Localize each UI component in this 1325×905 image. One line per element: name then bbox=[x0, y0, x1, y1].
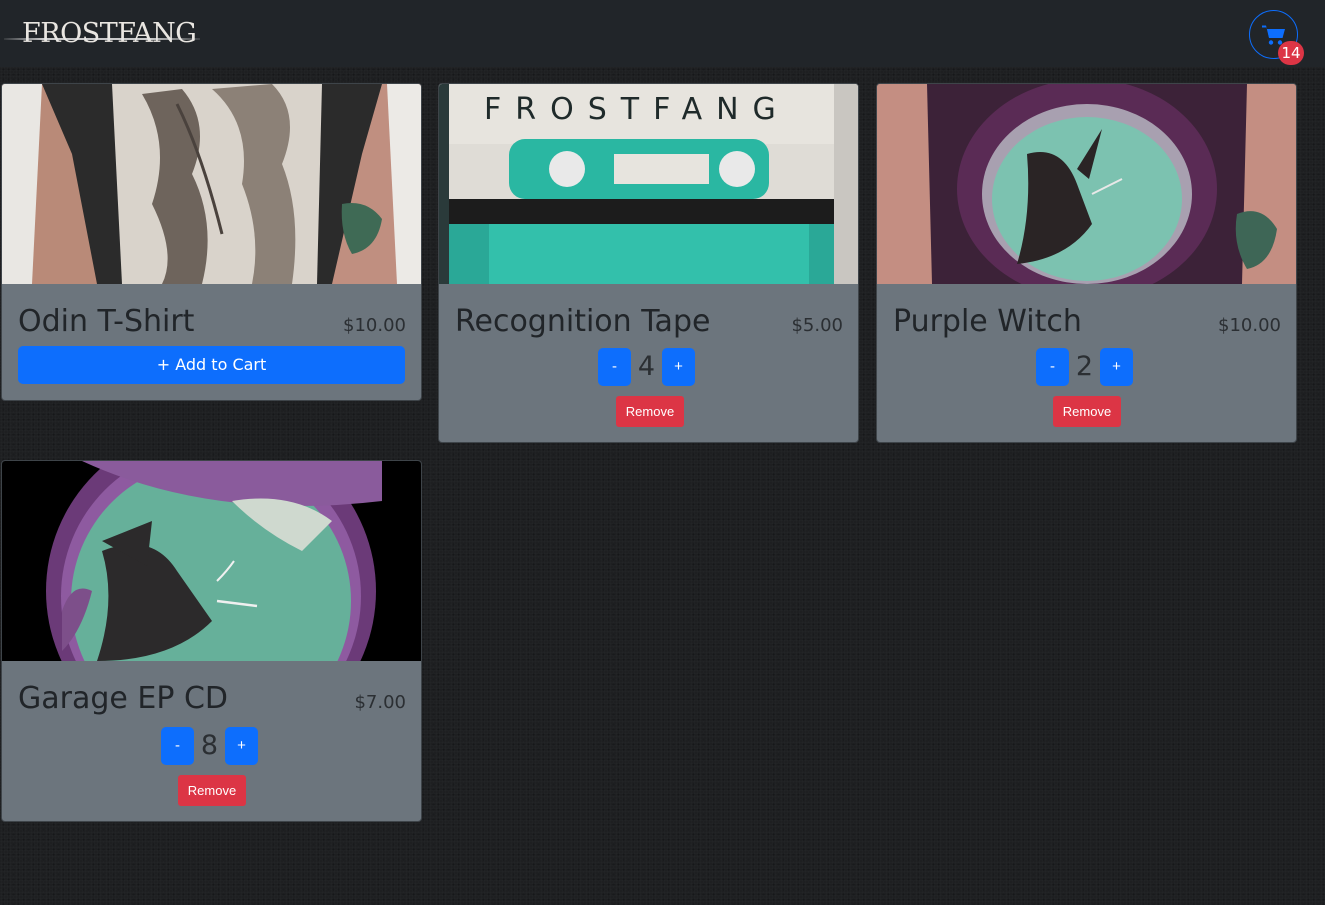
quantity-value: 2 bbox=[1075, 351, 1094, 382]
cart-count-badge: 14 bbox=[1278, 41, 1304, 65]
product-image-garage-ep-cd bbox=[2, 461, 421, 661]
product-title: Recognition Tape bbox=[455, 304, 711, 339]
product-price: $10.00 bbox=[1218, 315, 1281, 336]
product-card-recognition-tape: FROSTFANG Recognition Tape $5.00 - 4 + R… bbox=[438, 83, 859, 443]
decrease-quantity-button[interactable]: - bbox=[1036, 348, 1069, 386]
cart-button[interactable]: 14 bbox=[1249, 10, 1304, 65]
remove-button[interactable]: Remove bbox=[1053, 396, 1121, 427]
logo-underline bbox=[4, 38, 200, 40]
product-image-recognition-tape: FROSTFANG bbox=[439, 84, 858, 284]
decrease-quantity-button[interactable]: - bbox=[161, 727, 194, 765]
increase-quantity-button[interactable]: + bbox=[662, 348, 695, 386]
product-image-odin-tshirt bbox=[2, 84, 421, 284]
brand-logo-text: FROSTFANG bbox=[22, 18, 197, 49]
product-title: Garage EP CD bbox=[18, 681, 229, 716]
quantity-stepper: - 8 + bbox=[2, 727, 421, 765]
quantity-value: 4 bbox=[637, 351, 656, 382]
brand-logo[interactable]: FROSTFANG bbox=[4, 18, 200, 50]
product-title: Odin T-Shirt bbox=[18, 304, 195, 339]
decrease-quantity-button[interactable]: - bbox=[598, 348, 631, 386]
quantity-value: 8 bbox=[200, 730, 219, 761]
remove-button[interactable]: Remove bbox=[178, 775, 246, 806]
increase-quantity-button[interactable]: + bbox=[1100, 348, 1133, 386]
product-card-odin-tshirt: Odin T-Shirt $10.00 + Add to Cart bbox=[1, 83, 422, 401]
product-title: Purple Witch bbox=[893, 304, 1082, 339]
increase-quantity-button[interactable]: + bbox=[225, 727, 258, 765]
product-card-purple-witch: Purple Witch $10.00 - 2 + Remove bbox=[876, 83, 1297, 443]
product-price: $7.00 bbox=[354, 692, 406, 713]
product-price: $5.00 bbox=[791, 315, 843, 336]
quantity-stepper: - 4 + bbox=[439, 348, 858, 386]
quantity-stepper: - 2 + bbox=[877, 348, 1296, 386]
tape-image-text: FROSTFANG bbox=[484, 92, 790, 127]
add-to-cart-button[interactable]: + Add to Cart bbox=[18, 346, 405, 384]
product-image-purple-witch bbox=[877, 84, 1296, 284]
navbar: FROSTFANG 14 bbox=[0, 0, 1325, 67]
product-price: $10.00 bbox=[343, 315, 406, 336]
product-card-garage-ep-cd: Garage EP CD $7.00 - 8 + Remove bbox=[1, 460, 422, 822]
remove-button[interactable]: Remove bbox=[616, 396, 684, 427]
